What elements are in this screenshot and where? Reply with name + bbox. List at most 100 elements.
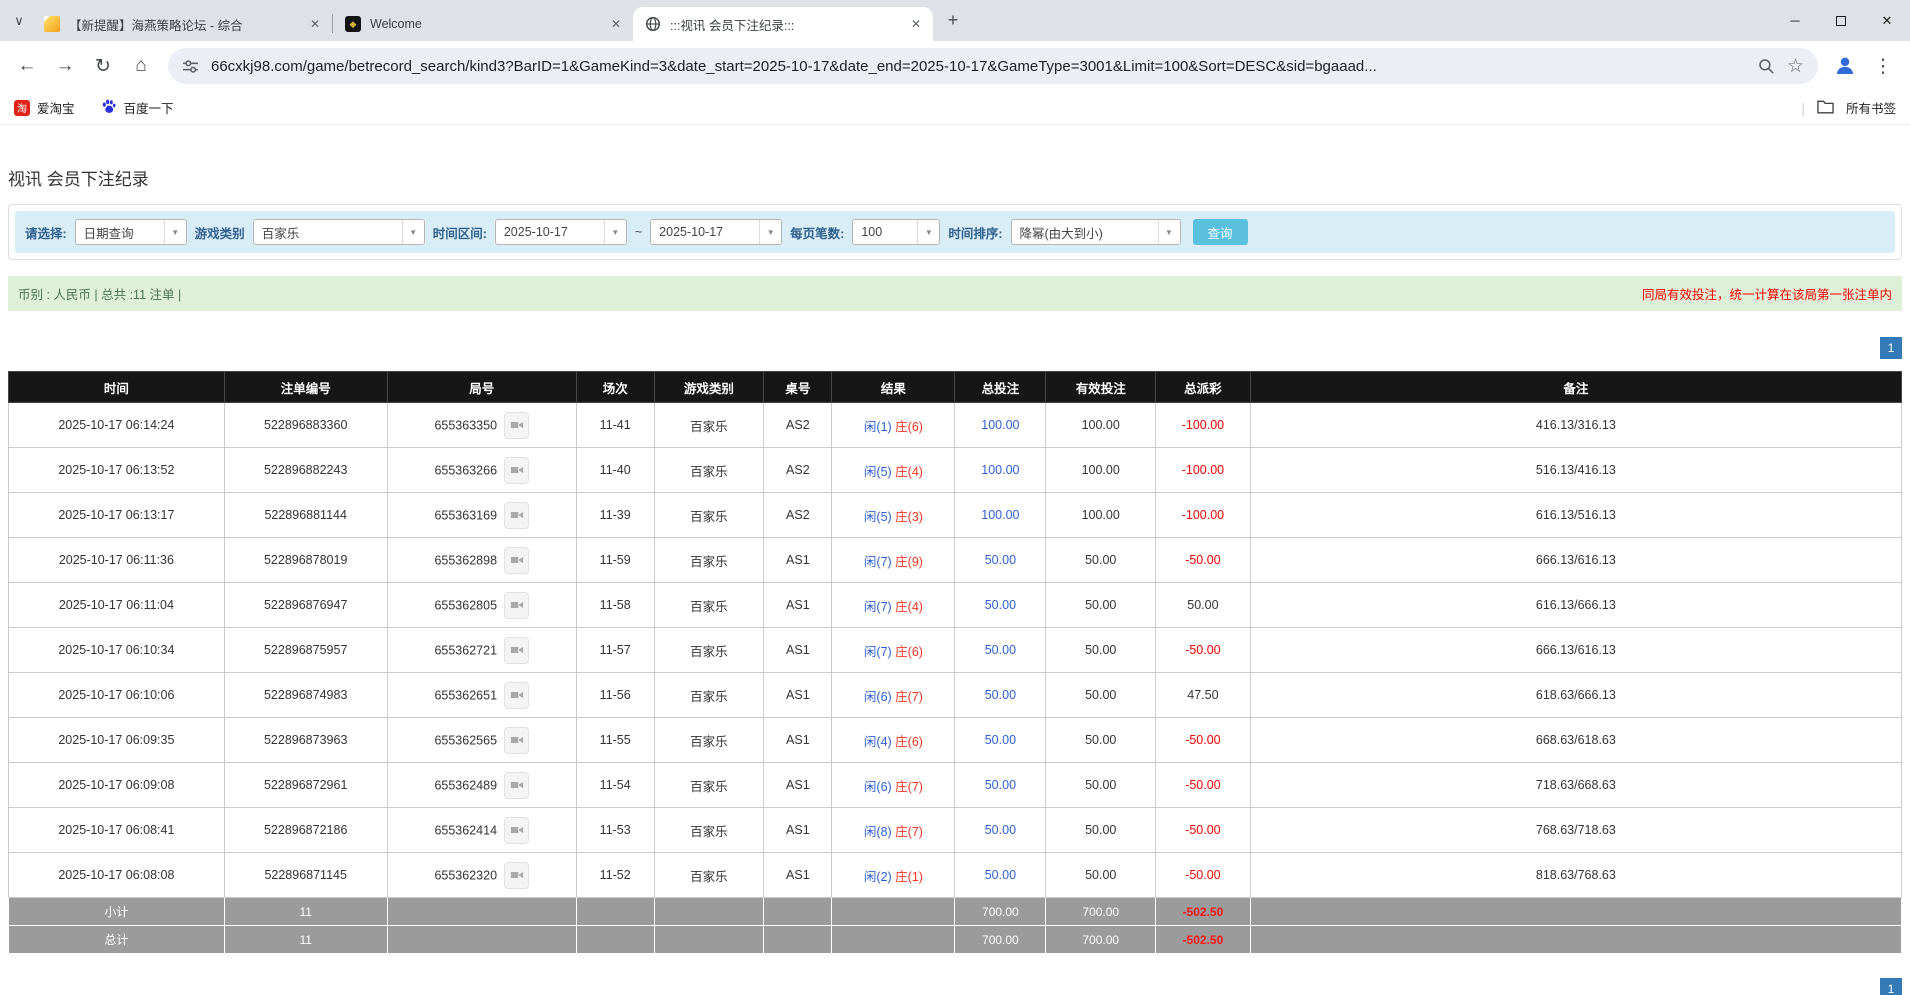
video-replay-icon[interactable] xyxy=(504,727,529,754)
result-player: 闲(1) xyxy=(864,420,892,434)
video-replay-icon[interactable] xyxy=(504,862,529,889)
total-bet-link[interactable]: 50.00 xyxy=(955,538,1046,583)
video-replay-icon[interactable] xyxy=(504,547,529,574)
tab-close-icon[interactable]: ✕ xyxy=(907,15,925,33)
bet-id: 522896881144 xyxy=(224,493,387,538)
date-range-label: 时间区间: xyxy=(433,223,487,242)
session: 11-40 xyxy=(576,448,654,493)
total-bet-link[interactable]: 50.00 xyxy=(955,628,1046,673)
bookmark-star-icon[interactable]: ☆ xyxy=(1787,55,1804,78)
session: 11-53 xyxy=(576,808,654,853)
total-bet-link[interactable]: 100.00 xyxy=(955,493,1046,538)
total-bet-link[interactable]: 50.00 xyxy=(955,673,1046,718)
note: 616.13/516.13 xyxy=(1250,493,1901,538)
video-replay-icon[interactable] xyxy=(504,817,529,844)
close-button[interactable]: ✕ xyxy=(1864,0,1910,41)
forward-icon[interactable]: → xyxy=(48,49,82,83)
note: 666.13/616.13 xyxy=(1250,628,1901,673)
minimize-button[interactable]: ─ xyxy=(1772,0,1818,41)
result: 闲(2) 庄(1) xyxy=(832,853,955,898)
round-id: 655362898 xyxy=(387,538,576,583)
result: 闲(8) 庄(7) xyxy=(832,808,955,853)
valid-bet: 50.00 xyxy=(1046,628,1156,673)
result-banker: 庄(7) xyxy=(895,780,923,794)
home-icon[interactable]: ⌂ xyxy=(124,49,158,83)
date-start-select[interactable]: 2025-10-17 ▼ xyxy=(495,219,627,245)
bet-time: 2025-10-17 06:13:52 xyxy=(9,448,225,493)
chevron-down-icon[interactable]: ▼ xyxy=(402,220,424,244)
result: 闲(5) 庄(4) xyxy=(832,448,955,493)
chevron-down-icon[interactable]: ▼ xyxy=(604,220,626,244)
browser-menu-icon[interactable]: ⋮ xyxy=(1866,49,1900,83)
total-bet-link[interactable]: 50.00 xyxy=(955,853,1046,898)
search-button[interactable]: 查询 xyxy=(1193,219,1248,245)
globe-favicon-icon xyxy=(645,16,661,32)
reload-icon[interactable]: ↻ xyxy=(86,49,120,83)
site-settings-icon[interactable] xyxy=(182,58,199,75)
all-bookmarks-label[interactable]: 所有书签 xyxy=(1846,98,1896,117)
valid-bet: 100.00 xyxy=(1046,493,1156,538)
round-number: 655362489 xyxy=(434,778,497,792)
tab-close-icon[interactable]: ✕ xyxy=(607,15,625,33)
tab-close-icon[interactable]: ✕ xyxy=(306,15,324,33)
video-replay-icon[interactable] xyxy=(504,772,529,799)
result-banker: 庄(7) xyxy=(895,825,923,839)
result: 闲(4) 庄(6) xyxy=(832,718,955,763)
result-player: 闲(7) xyxy=(864,645,892,659)
col-payout: 总派彩 xyxy=(1156,372,1251,403)
tab-title: 【新提醒】海燕策略论坛 - 综合 xyxy=(69,15,297,34)
bet-time: 2025-10-17 06:14:24 xyxy=(9,403,225,448)
url-text[interactable]: 66cxkj98.com/game/betrecord_search/kind3… xyxy=(211,58,1746,75)
session: 11-41 xyxy=(576,403,654,448)
game-type: 百家乐 xyxy=(654,448,764,493)
total-bet-link[interactable]: 100.00 xyxy=(955,448,1046,493)
address-bar[interactable]: 66cxkj98.com/game/betrecord_search/kind3… xyxy=(168,48,1818,84)
video-replay-icon[interactable] xyxy=(504,502,529,529)
chevron-down-icon[interactable]: ▼ xyxy=(1158,220,1180,244)
total-bet-link[interactable]: 50.00 xyxy=(955,718,1046,763)
total-bet-link[interactable]: 100.00 xyxy=(955,403,1046,448)
date-end-select[interactable]: 2025-10-17 ▼ xyxy=(650,219,782,245)
result-player: 闲(4) xyxy=(864,735,892,749)
table-row: 2025-10-17 06:08:08522896871145655362320… xyxy=(9,853,1902,898)
per-page-select[interactable]: 100 ▼ xyxy=(852,219,940,245)
game-type-select[interactable]: 百家乐 ▼ xyxy=(253,219,425,245)
tab-betrecord-active[interactable]: :::视讯 会员下注纪录::: ✕ xyxy=(633,7,933,41)
video-replay-icon[interactable] xyxy=(504,637,529,664)
video-replay-icon[interactable] xyxy=(504,682,529,709)
query-type-select[interactable]: 日期查询 ▼ xyxy=(75,219,187,245)
back-icon[interactable]: ← xyxy=(10,49,44,83)
col-bet-id: 注单编号 xyxy=(224,372,387,403)
total-bet-link[interactable]: 50.00 xyxy=(955,583,1046,628)
chevron-down-icon[interactable]: ▼ xyxy=(917,220,939,244)
bet-id: 522896883360 xyxy=(224,403,387,448)
page-number-button[interactable]: 1 xyxy=(1880,978,1902,995)
table-footer: 小计 11 700.00 700.00 -502.50 总计 11 700.00… xyxy=(9,898,1902,954)
sort-select[interactable]: 降幂(由大到小) ▼ xyxy=(1011,219,1181,245)
result-player: 闲(6) xyxy=(864,780,892,794)
bookmark-label: 爱淘宝 xyxy=(37,98,75,117)
maximize-button[interactable] xyxy=(1818,0,1864,41)
tab-forum[interactable]: 【新提醒】海燕策略论坛 - 综合 ✕ xyxy=(32,7,332,41)
tab-search-chevron-icon[interactable]: ∨ xyxy=(6,8,32,34)
video-replay-icon[interactable] xyxy=(504,457,529,484)
total-bet-link[interactable]: 50.00 xyxy=(955,763,1046,808)
page-number-button[interactable]: 1 xyxy=(1880,337,1902,359)
bookmark-taobao[interactable]: 淘 爱淘宝 xyxy=(14,98,75,117)
chevron-down-icon[interactable]: ▼ xyxy=(164,220,186,244)
profile-avatar[interactable] xyxy=(1828,49,1862,83)
chevron-down-icon[interactable]: ▼ xyxy=(759,220,781,244)
video-replay-icon[interactable] xyxy=(504,412,529,439)
video-replay-icon[interactable] xyxy=(504,592,529,619)
round-id: 655363266 xyxy=(387,448,576,493)
session: 11-54 xyxy=(576,763,654,808)
zoom-icon[interactable] xyxy=(1758,58,1775,75)
round-number: 655362414 xyxy=(434,823,497,837)
bookmarks-right: | 所有书签 xyxy=(1801,98,1896,117)
tab-welcome[interactable]: ◆ Welcome ✕ xyxy=(333,7,633,41)
tab-title: :::视讯 会员下注纪录::: xyxy=(670,15,898,34)
total-bet-link[interactable]: 50.00 xyxy=(955,808,1046,853)
round-number: 655362320 xyxy=(434,868,497,882)
bookmark-baidu[interactable]: 百度一下 xyxy=(101,98,174,117)
new-tab-button[interactable]: + xyxy=(939,7,967,35)
